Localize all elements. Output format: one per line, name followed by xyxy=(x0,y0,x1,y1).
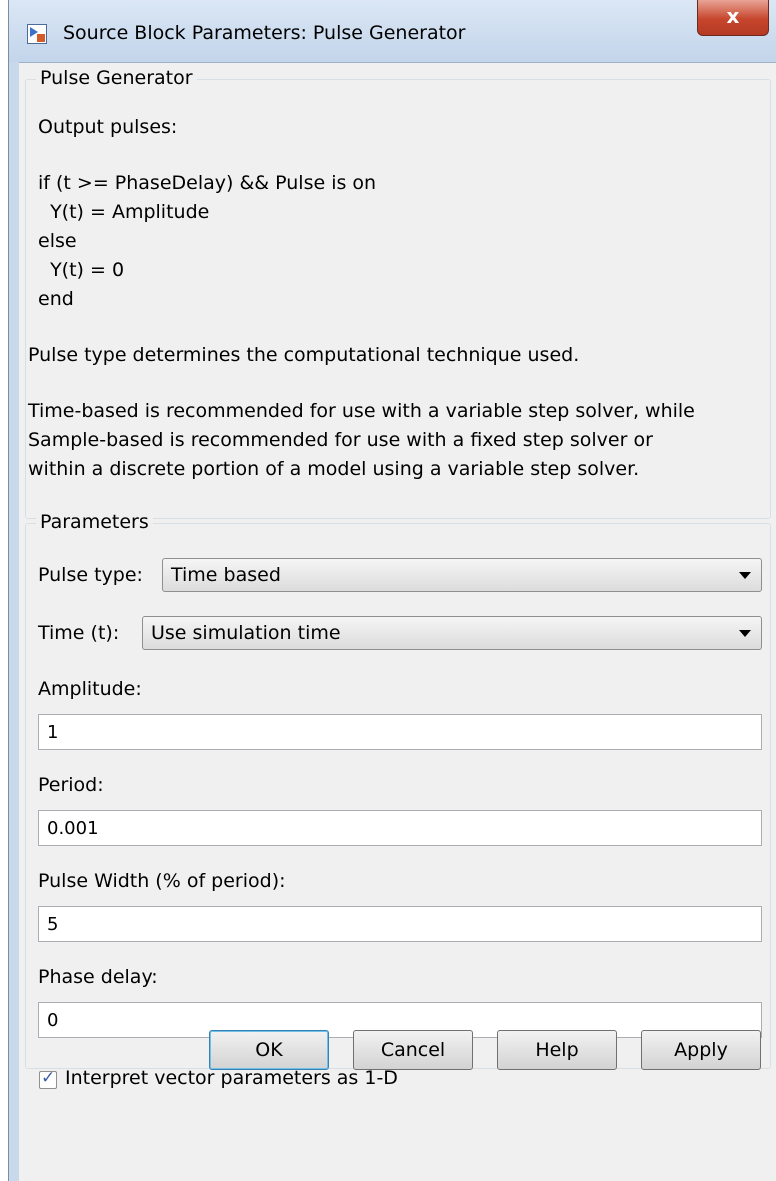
chevron-down-icon xyxy=(739,630,751,637)
amplitude-label: Amplitude: xyxy=(38,678,142,700)
apply-button[interactable]: Apply xyxy=(641,1030,761,1070)
pulse-type-select[interactable]: Time based xyxy=(162,558,762,592)
ok-button[interactable]: OK xyxy=(209,1030,329,1070)
pulse-width-label: Pulse Width (% of period): xyxy=(38,870,286,892)
interpret-vector-checkbox[interactable]: ✓ xyxy=(39,1068,57,1089)
parameters-group: Parameters Pulse type: Time based Time (… xyxy=(25,511,771,1069)
recommend-line: Sample-based is recommended for use with… xyxy=(28,429,653,451)
time-select[interactable]: Use simulation time xyxy=(142,616,762,650)
code-line: else xyxy=(38,230,77,252)
recommend-line: Time-based is recommended for use with a… xyxy=(28,400,695,422)
period-label: Period: xyxy=(38,774,104,796)
period-field[interactable] xyxy=(38,810,762,846)
code-line: Y(t) = 0 xyxy=(38,259,125,281)
window-title: Source Block Parameters: Pulse Generator xyxy=(63,22,466,44)
time-label: Time (t): xyxy=(38,622,120,644)
description-heading: Pulse Generator xyxy=(36,67,197,89)
code-line: if (t >= PhaseDelay) && Pulse is on xyxy=(38,172,377,194)
pulse-type-note: Pulse type determines the computational … xyxy=(28,344,580,366)
chevron-down-icon xyxy=(739,572,751,579)
code-line: end xyxy=(38,288,74,310)
pulse-width-field[interactable] xyxy=(38,906,762,942)
title-bar[interactable]: Source Block Parameters: Pulse Generator… xyxy=(9,0,776,62)
pulse-type-value: Time based xyxy=(171,564,281,586)
close-button[interactable]: x xyxy=(697,0,769,36)
parameters-heading: Parameters xyxy=(36,511,153,533)
checkmark-icon: ✓ xyxy=(41,1068,56,1088)
intro-text: Output pulses: xyxy=(38,116,178,138)
phase-delay-label: Phase delay: xyxy=(38,966,158,988)
close-icon: x xyxy=(726,4,740,28)
pulse-type-label: Pulse type: xyxy=(38,564,143,586)
interpret-vector-label: Interpret vector parameters as 1-D xyxy=(65,1067,398,1089)
help-button[interactable]: Help xyxy=(497,1030,617,1070)
time-value: Use simulation time xyxy=(151,622,341,644)
amplitude-field[interactable] xyxy=(38,714,762,750)
dialog-client-area: Pulse Generator Output pulses: if (t >= … xyxy=(19,62,776,1181)
recommend-line: within a discrete portion of a model usi… xyxy=(28,458,640,480)
dialog-window: Source Block Parameters: Pulse Generator… xyxy=(8,0,776,1181)
simulink-block-icon xyxy=(27,24,47,44)
description-group: Pulse Generator Output pulses: if (t >= … xyxy=(25,67,771,519)
code-line: Y(t) = Amplitude xyxy=(38,201,210,223)
cancel-button[interactable]: Cancel xyxy=(353,1030,473,1070)
